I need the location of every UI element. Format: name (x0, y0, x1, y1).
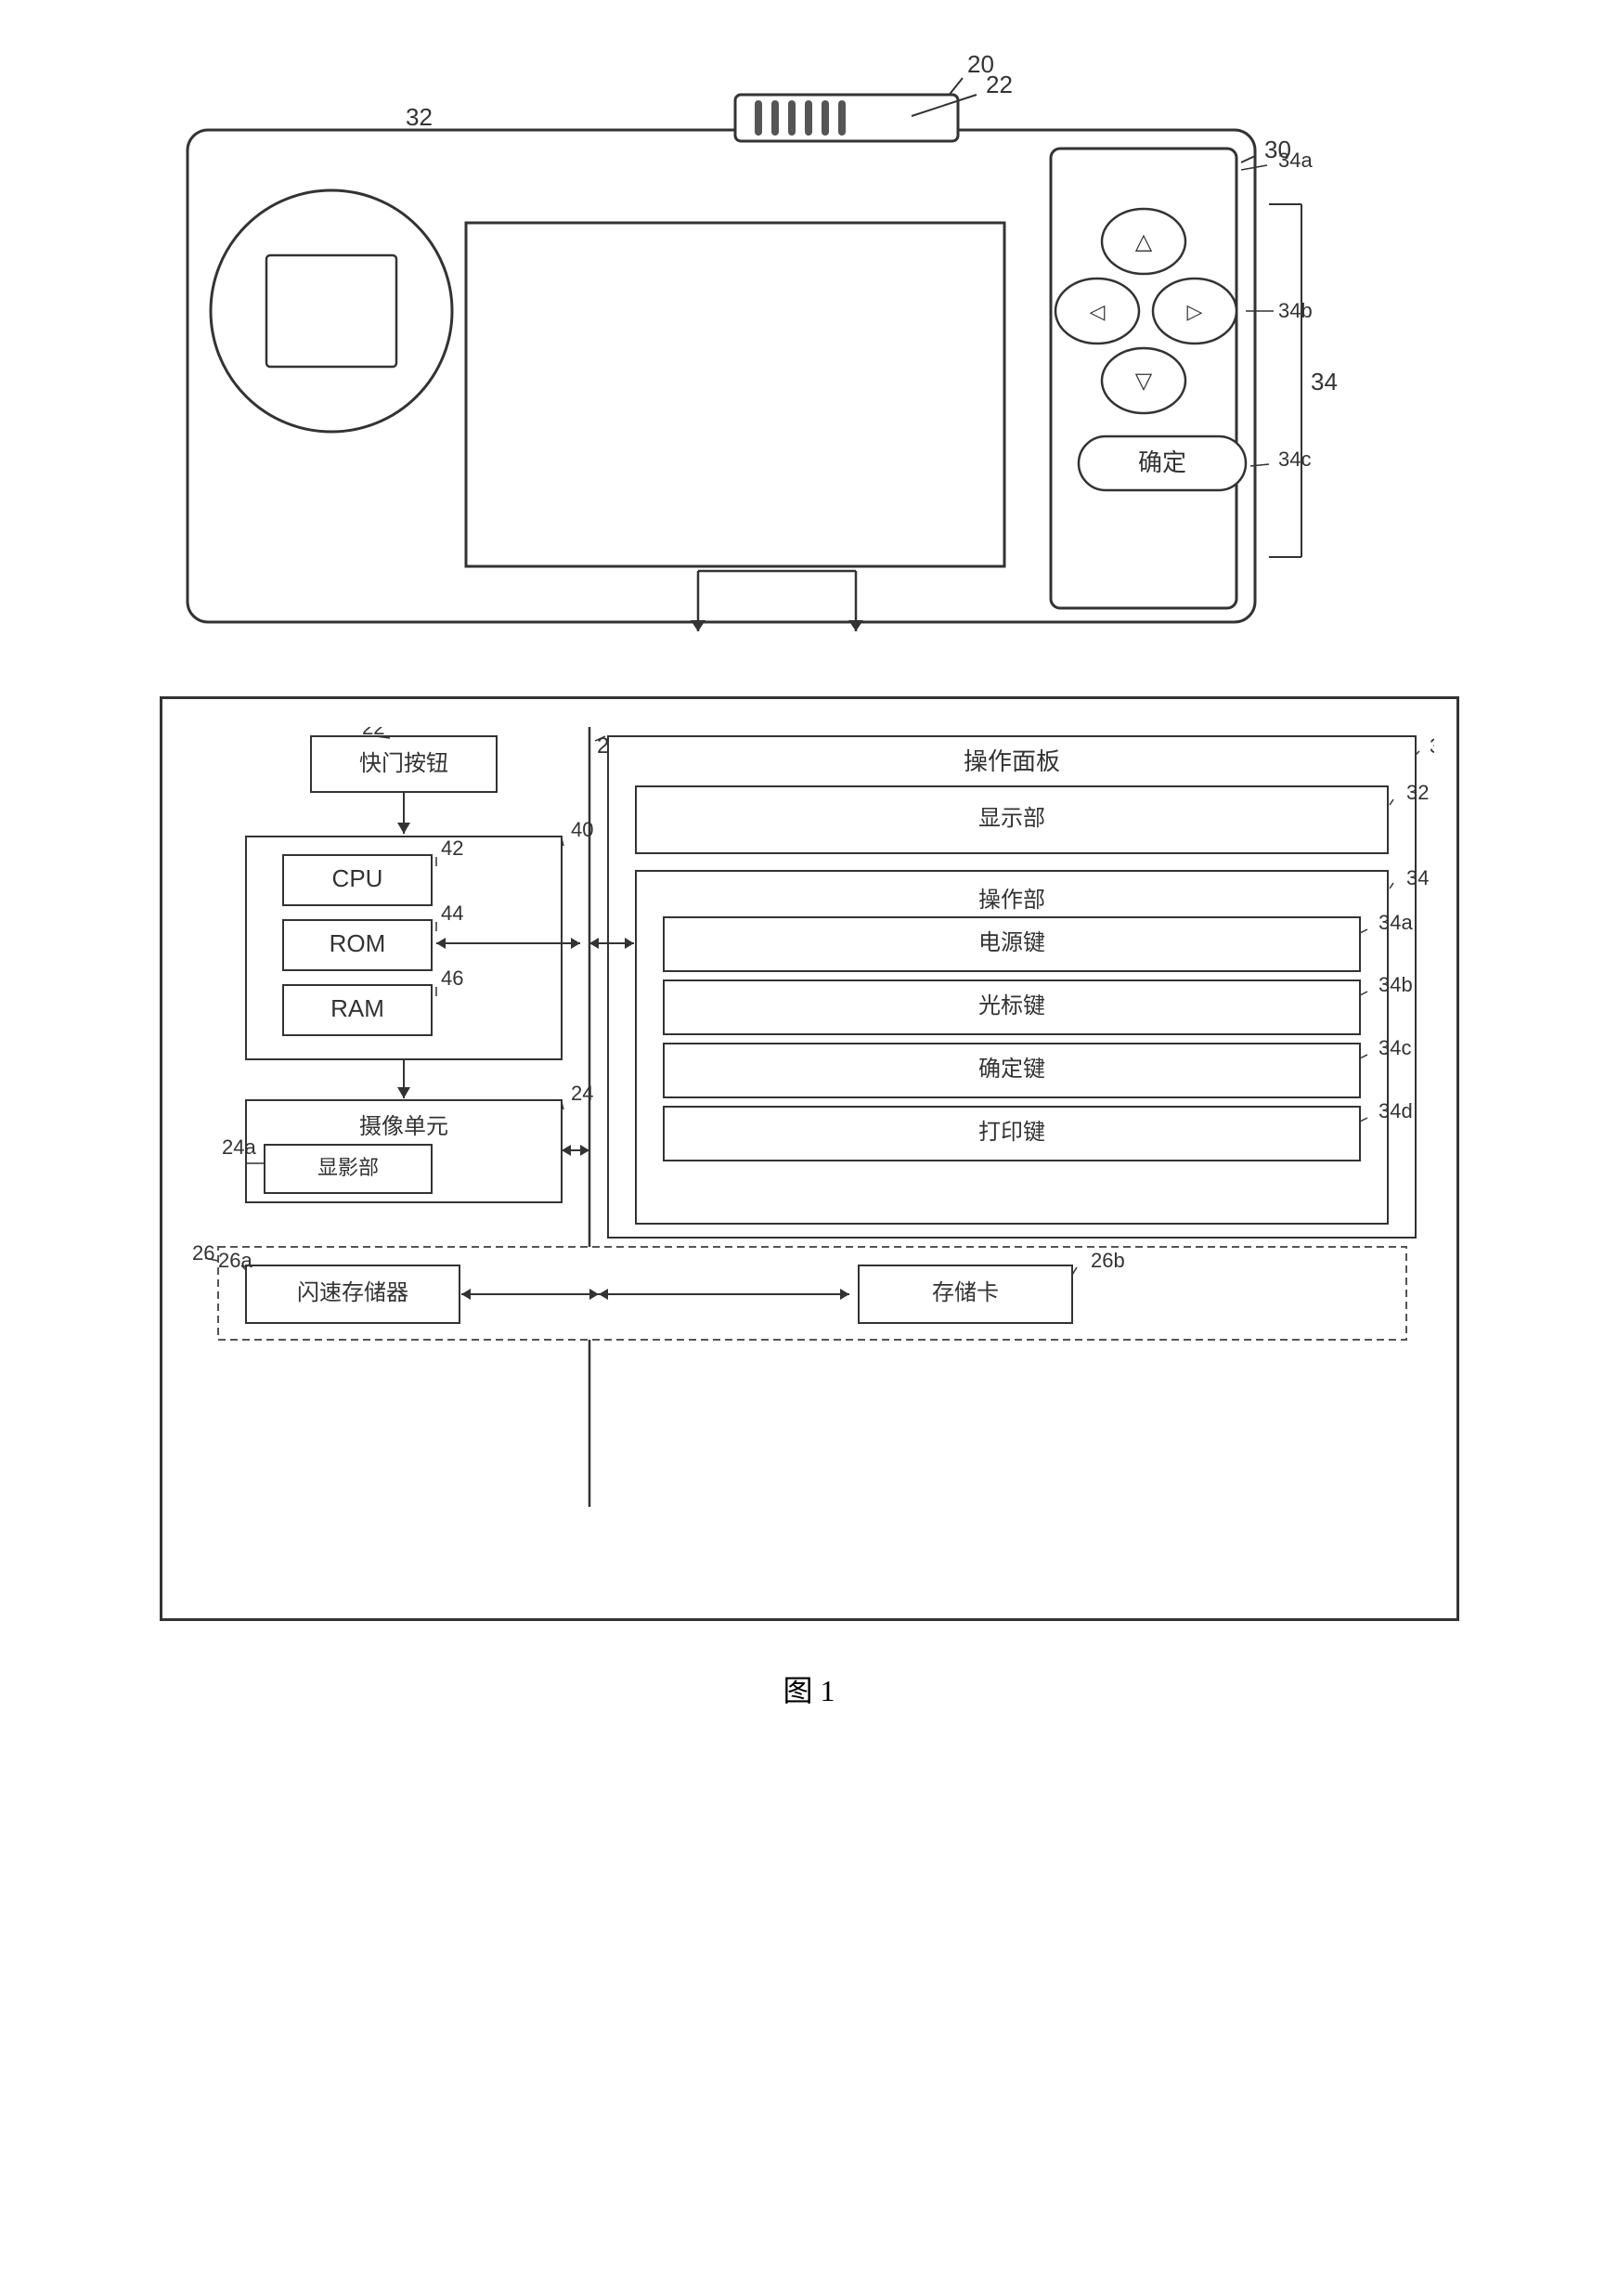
bd-ref-34b-block: 34b (1379, 973, 1413, 996)
ok-label-camera: 确定 (1137, 449, 1185, 476)
bd-rom-label: ROM (329, 929, 385, 957)
shutter-top-bar (735, 95, 958, 141)
bd-ref-30: 30 (1430, 734, 1434, 758)
bd-ref-34-block: 34 (1406, 866, 1429, 889)
bd-power-key-label: 电源键 (978, 930, 1045, 955)
bd-ref-42: 42 (441, 837, 463, 860)
bd-ref-26a: 26a (218, 1249, 252, 1272)
figure-caption: 图 1 (783, 1667, 835, 1710)
ref-22-camera: 22 (986, 71, 1013, 98)
bd-ref-46: 46 (441, 966, 463, 990)
bd-ram-label: RAM (330, 994, 384, 1022)
bd-ok-key-label: 确定键 (978, 1057, 1045, 1082)
ref-34-camera: 34 (1311, 368, 1338, 396)
bd-ref-26: 26 (192, 1241, 214, 1265)
block-diagram-section: 快门按钮 22 40 CPU 42 ROM 44 (160, 696, 1459, 1621)
bd-ref-34d-block: 34d (1379, 1099, 1413, 1122)
dpad-down-arrow: ▽ (1134, 370, 1152, 394)
bd-print-key-label: 打印键 (978, 1120, 1045, 1145)
block-diagram-svg: 快门按钮 22 40 CPU 42 ROM 44 (190, 727, 1434, 1581)
bd-ref-34c-block: 34c (1379, 1036, 1411, 1059)
bd-imaging-label: 摄像单元 (359, 1114, 448, 1139)
ref-34b-camera: 34b (1278, 299, 1313, 322)
bd-shutter-label: 快门按钮 (359, 751, 448, 776)
lens-inner (266, 255, 396, 367)
bd-ref-32-block: 32 (1406, 781, 1429, 804)
bd-display-part-label: 显示部 (978, 806, 1045, 831)
dpad-up-arrow: △ (1134, 230, 1152, 254)
camera-svg: 20 32 22 (160, 37, 1459, 668)
bd-ref-44: 44 (441, 902, 463, 925)
bd-ref-34a-block: 34a (1379, 911, 1413, 934)
bd-flash-label: 闪速存储器 (297, 1280, 408, 1305)
page-container: 20 32 22 (67, 37, 1552, 1710)
camera-diagram-section: 20 32 22 (160, 37, 1459, 668)
dpad-left-arrow: ◁ (1089, 300, 1105, 323)
ref-32-label: 32 (406, 103, 433, 131)
dpad-right-arrow: ▷ (1186, 300, 1202, 323)
bd-ref-24a: 24a (222, 1135, 256, 1159)
lcd-screen (466, 223, 1004, 566)
bd-cursor-key-label: 光标键 (978, 993, 1045, 1018)
bd-ops-panel-title: 操作面板 (963, 748, 1059, 775)
ref-34c-camera: 34c (1278, 448, 1311, 471)
bd-storage-label: 存储卡 (932, 1280, 999, 1305)
bd-display-sub-label: 显影部 (317, 1156, 378, 1179)
bd-ref-26b: 26b (1091, 1249, 1125, 1272)
bd-cpu-label: CPU (331, 864, 382, 892)
ref-34a-camera: 34a (1278, 149, 1313, 172)
bd-ops-sub-title: 操作部 (978, 888, 1045, 913)
